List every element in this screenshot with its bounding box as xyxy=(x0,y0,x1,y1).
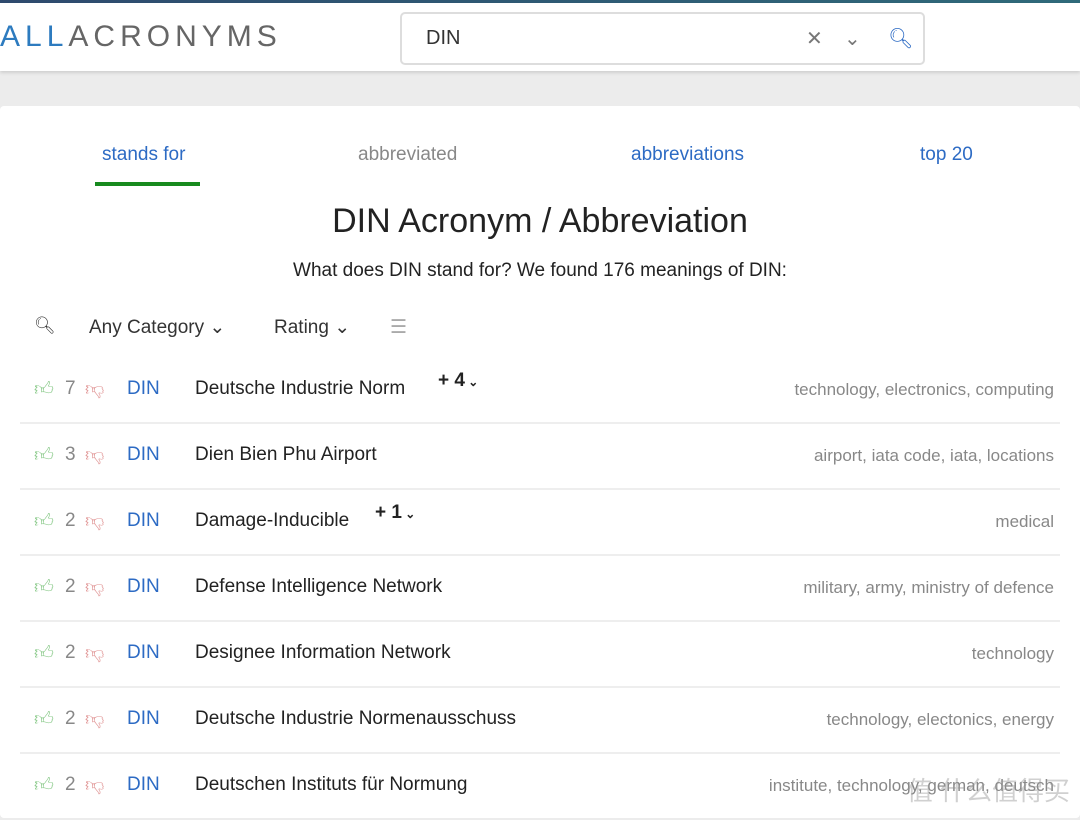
thumbs-up-icon[interactable]: 👍︎ xyxy=(34,510,54,533)
thumbs-up-icon[interactable]: 👍︎ xyxy=(34,774,54,797)
page-subtitle: What does DIN stand for? We found 176 me… xyxy=(293,260,787,281)
thumbs-down-icon[interactable]: 👎︎ xyxy=(85,642,104,665)
meaning-link[interactable]: Damage-Inducible xyxy=(195,510,349,532)
thumbs-down-icon[interactable]: 👎︎ xyxy=(85,510,104,533)
meaning-link[interactable]: Deutsche Industrie Norm xyxy=(195,378,405,400)
meaning-link[interactable]: Deutsche Industrie Normenausschuss xyxy=(195,708,516,730)
category-tags[interactable]: military, army, ministry of defence xyxy=(803,578,1054,598)
logo[interactable]: ALLACRONYMS xyxy=(0,20,282,54)
thumbs-down-icon[interactable]: 👎︎ xyxy=(85,708,104,731)
more-meanings-toggle[interactable]: + 1 ⌄ xyxy=(375,502,415,524)
logo-accent: ALL xyxy=(0,20,69,53)
vote-count: 2 xyxy=(65,510,76,531)
tab-top-20[interactable]: top 20 xyxy=(920,144,973,166)
header: ALLACRONYMS ✕ ⌄ 🔍︎ xyxy=(0,3,1080,71)
meaning-link[interactable]: Dien Bien Phu Airport xyxy=(195,444,377,466)
filter-search-icon[interactable]: 🔍︎ xyxy=(34,316,56,336)
category-tags[interactable]: technology, electonics, energy xyxy=(827,710,1054,730)
table-row: 👍︎ 7 👎︎ DIN Deutsche Industrie Norm + 4 … xyxy=(20,358,1060,424)
sort-dropdown[interactable]: Rating ⌄ xyxy=(274,316,350,339)
watermark: 值 什么值得买 xyxy=(906,776,1070,806)
tab-abbreviations[interactable]: abbreviations xyxy=(631,144,744,166)
category-dropdown[interactable]: Any Category ⌄ xyxy=(89,316,225,339)
category-tags[interactable]: technology, electronics, computing xyxy=(794,380,1054,400)
tab-stands-for[interactable]: stands for xyxy=(102,144,185,166)
vote-count: 2 xyxy=(65,708,76,729)
more-count: + 1 xyxy=(375,502,402,523)
acronym-link[interactable]: DIN xyxy=(127,774,160,796)
thumbs-up-icon[interactable]: 👍︎ xyxy=(34,444,54,467)
acronym-link[interactable]: DIN xyxy=(127,444,160,466)
table-row: 👍︎ 2 👎︎ DIN Damage-Inducible + 1 ⌄ medic… xyxy=(20,490,1060,556)
thumbs-up-icon[interactable]: 👍︎ xyxy=(34,576,54,599)
vote-count: 2 xyxy=(65,576,76,597)
chevron-down-icon[interactable]: ⌄ xyxy=(844,26,861,51)
sort-label: Rating xyxy=(274,317,329,338)
clear-icon[interactable]: ✕ xyxy=(806,26,823,51)
chevron-down-icon: ⌄ xyxy=(209,317,226,338)
sort-order-icon[interactable]: ☰ xyxy=(390,316,407,339)
thumbs-down-icon[interactable]: 👎︎ xyxy=(85,576,104,599)
tab-abbreviated[interactable]: abbreviated xyxy=(358,144,457,166)
category-tags[interactable]: technology xyxy=(972,644,1054,664)
active-tab-indicator xyxy=(95,182,200,186)
acronym-link[interactable]: DIN xyxy=(127,642,160,664)
page-title: DIN Acronym / Abbreviation xyxy=(332,202,748,240)
acronym-link[interactable]: DIN xyxy=(127,708,160,730)
more-count: + 4 xyxy=(438,370,465,391)
category-tags[interactable]: airport, iata code, iata, locations xyxy=(814,446,1054,466)
thumbs-up-icon[interactable]: 👍︎ xyxy=(34,642,54,665)
vote-count: 7 xyxy=(65,378,76,399)
thumbs-down-icon[interactable]: 👎︎ xyxy=(85,774,104,797)
acronym-link[interactable]: DIN xyxy=(127,510,160,532)
thumbs-up-icon[interactable]: 👍︎ xyxy=(34,378,54,401)
thumbs-down-icon[interactable]: 👎︎ xyxy=(85,444,104,467)
logo-rest: ACRONYMS xyxy=(68,20,282,53)
thumbs-down-icon[interactable]: 👎︎ xyxy=(85,378,104,401)
acronym-link[interactable]: DIN xyxy=(127,378,160,400)
meaning-link[interactable]: Defense Intelligence Network xyxy=(195,576,442,598)
category-label: Any Category xyxy=(89,317,205,338)
more-meanings-toggle[interactable]: + 4 ⌄ xyxy=(438,370,478,392)
vote-count: 2 xyxy=(65,642,76,663)
acronym-link[interactable]: DIN xyxy=(127,576,160,598)
search-box: ✕ ⌄ 🔍︎ xyxy=(400,12,925,65)
vote-count: 2 xyxy=(65,774,76,795)
chevron-down-icon: ⌄ xyxy=(334,317,351,338)
category-tags[interactable]: medical xyxy=(995,512,1054,532)
table-row: 👍︎ 2 👎︎ DIN Deutsche Industrie Normenaus… xyxy=(20,688,1060,754)
search-input[interactable] xyxy=(426,27,786,50)
search-icon[interactable]: 🔍︎ xyxy=(888,26,913,51)
table-row: 👍︎ 2 👎︎ DIN Designee Information Network… xyxy=(20,622,1060,688)
table-row: 👍︎ 3 👎︎ DIN Dien Bien Phu Airport airpor… xyxy=(20,424,1060,490)
thumbs-up-icon[interactable]: 👍︎ xyxy=(34,708,54,731)
table-row: 👍︎ 2 👎︎ DIN Deutschen Instituts für Norm… xyxy=(20,754,1060,820)
meaning-link[interactable]: Deutschen Instituts für Normung xyxy=(195,774,467,796)
vote-count: 3 xyxy=(65,444,76,465)
meaning-link[interactable]: Designee Information Network xyxy=(195,642,451,664)
table-row: 👍︎ 2 👎︎ DIN Defense Intelligence Network… xyxy=(20,556,1060,622)
